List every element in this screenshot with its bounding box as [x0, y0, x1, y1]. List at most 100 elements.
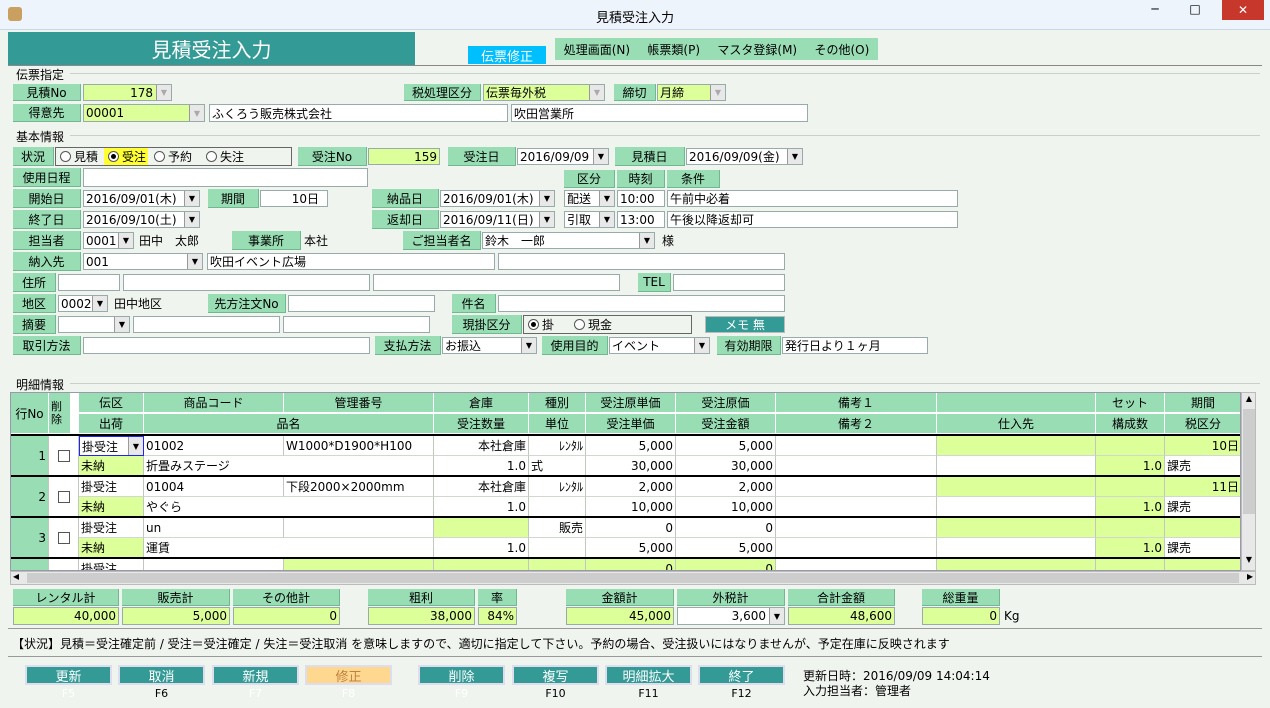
- button-f6[interactable]: 取消: [118, 665, 205, 685]
- button-f12[interactable]: 終了: [698, 665, 785, 685]
- area-select[interactable]: 0002 ▼: [58, 295, 108, 312]
- cell-type[interactable]: ﾚﾝﾀﾙ: [529, 477, 586, 497]
- checkbox-icon[interactable]: [57, 449, 70, 462]
- menu-process[interactable]: 処理画面(N): [564, 41, 630, 58]
- address1-input[interactable]: [123, 274, 370, 291]
- delivery-condition-input[interactable]: 午前中必着: [667, 190, 958, 207]
- cell-period[interactable]: 10日: [1165, 436, 1240, 456]
- destination-select[interactable]: 001 ▼: [83, 253, 203, 270]
- cell-component-qty[interactable]: 1.0: [1096, 497, 1165, 517]
- cell-period[interactable]: 11日: [1165, 477, 1240, 497]
- chevron-down-icon[interactable]: ▼: [593, 149, 608, 164]
- cell-warehouse[interactable]: [434, 559, 529, 570]
- cell-note2[interactable]: [776, 497, 937, 517]
- cell-amount[interactable]: 10,000: [676, 497, 776, 517]
- return-date-picker[interactable]: 2016/09/11(日) ▼: [440, 211, 555, 228]
- cell-note1[interactable]: [776, 436, 937, 456]
- delivery-kubun-select[interactable]: 配送 ▼: [564, 190, 615, 207]
- cell-set[interactable]: [1096, 518, 1165, 538]
- cell-amount[interactable]: 5,000: [676, 538, 776, 558]
- cell-unit-price[interactable]: 10,000: [586, 497, 676, 517]
- cell-note1[interactable]: [776, 477, 937, 497]
- cell-unit-price[interactable]: 30,000: [586, 456, 676, 476]
- cell-shipping[interactable]: 未納: [79, 538, 144, 558]
- chevron-down-icon[interactable]: ▼: [710, 85, 725, 100]
- cell-supplier[interactable]: [937, 497, 1096, 517]
- cell-set[interactable]: [1096, 559, 1165, 570]
- tax-select[interactable]: 伝票毎外税 ▼: [483, 84, 605, 101]
- cell-cost[interactable]: 0: [676, 559, 776, 570]
- external-tax-select[interactable]: 3,600 ▼: [677, 607, 785, 625]
- menu-reports[interactable]: 帳票類(P): [647, 41, 700, 58]
- delete-checkbox[interactable]: [49, 436, 79, 476]
- cell-set[interactable]: [1096, 477, 1165, 497]
- scroll-up-icon[interactable]: ▲: [1243, 394, 1255, 408]
- cell-control-no[interactable]: W1000*D1900*H100: [284, 436, 434, 456]
- cell-cost-unit-price[interactable]: 0: [586, 518, 676, 538]
- valid-input[interactable]: 発行日より１ヶ月: [782, 337, 928, 354]
- radio-credit[interactable]: [528, 319, 539, 330]
- scroll-down-icon[interactable]: ▼: [1243, 555, 1255, 569]
- radio-estimate[interactable]: [60, 151, 71, 162]
- cell-cost-unit-price[interactable]: 0: [586, 559, 676, 570]
- cell-note1[interactable]: [776, 559, 937, 570]
- cell-tax-type[interactable]: 課売: [1165, 538, 1240, 558]
- cell-slip-type[interactable]: 掛受注: [79, 477, 144, 497]
- chevron-down-icon[interactable]: ▼: [769, 608, 784, 624]
- cell-tax-type[interactable]: 課売: [1165, 497, 1240, 517]
- radio-order[interactable]: [108, 151, 120, 162]
- end-date-picker[interactable]: 2016/09/10(土) ▼: [83, 211, 200, 228]
- cell-product-code[interactable]: 01002: [144, 436, 284, 456]
- chevron-down-icon[interactable]: ▼: [539, 191, 554, 206]
- checkbox-icon[interactable]: [57, 531, 70, 544]
- radio-cash[interactable]: [574, 319, 586, 330]
- contact-select[interactable]: 鈴木 一郎 ▼: [482, 232, 655, 249]
- chevron-down-icon[interactable]: ▼: [521, 338, 536, 353]
- vertical-scrollbar[interactable]: ▲ ▼: [1241, 392, 1256, 571]
- tel-input[interactable]: [673, 274, 785, 291]
- checkbox-icon[interactable]: [57, 490, 70, 503]
- pay-method-select[interactable]: お振込 ▼: [442, 337, 537, 354]
- memo-button[interactable]: メモ 無: [705, 316, 785, 333]
- return-condition-input[interactable]: 午後以降返却可: [667, 211, 958, 228]
- trade-method-input[interactable]: [83, 337, 370, 354]
- cell-slip-type[interactable]: 掛受注: [79, 559, 144, 570]
- customer-branch-input[interactable]: 吹田営業所: [511, 104, 808, 122]
- chevron-down-icon[interactable]: ▼: [156, 85, 171, 100]
- chevron-down-icon[interactable]: ▼: [187, 254, 202, 269]
- cell-cost[interactable]: 2,000: [676, 477, 776, 497]
- cell-product-name[interactable]: 折畳みステージ: [144, 456, 434, 476]
- button-f11[interactable]: 明細拡大: [605, 665, 692, 685]
- zip-input[interactable]: [58, 274, 120, 291]
- cell-control-no[interactable]: [284, 518, 434, 538]
- delete-checkbox[interactable]: [49, 559, 79, 570]
- cell-unit-price[interactable]: 5,000: [586, 538, 676, 558]
- chevron-down-icon[interactable]: ▼: [128, 437, 143, 455]
- chevron-down-icon[interactable]: ▼: [114, 317, 129, 332]
- start-date-picker[interactable]: 2016/09/01(木) ▼: [83, 190, 200, 207]
- summary-select[interactable]: ▼: [58, 316, 130, 333]
- summary-input-1[interactable]: [133, 316, 280, 333]
- cell-blank[interactable]: [937, 518, 1096, 538]
- address2-input[interactable]: [373, 274, 620, 291]
- schedule-input[interactable]: [83, 168, 368, 187]
- cell-period[interactable]: [1165, 559, 1240, 570]
- cell-unit[interactable]: [529, 497, 586, 517]
- cell-slip-type[interactable]: 掛受注: [79, 518, 144, 538]
- button-f10[interactable]: 複写: [512, 665, 599, 685]
- summary-input-2[interactable]: [283, 316, 430, 333]
- cell-note1[interactable]: [776, 518, 937, 538]
- cell-quantity[interactable]: 1.0: [434, 538, 529, 558]
- chevron-down-icon[interactable]: ▼: [539, 212, 554, 227]
- horizontal-scrollbar[interactable]: ◀ ▶: [10, 571, 1256, 585]
- cell-warehouse[interactable]: [434, 518, 529, 538]
- button-f9[interactable]: 削除: [418, 665, 505, 685]
- destination-name-input[interactable]: 吹田イベント広場: [207, 253, 495, 270]
- scroll-left-icon[interactable]: ◀: [13, 572, 19, 581]
- chevron-down-icon[interactable]: ▼: [589, 85, 604, 100]
- order-date-picker[interactable]: 2016/09/09 ▼: [517, 148, 609, 165]
- chevron-down-icon[interactable]: ▼: [787, 149, 802, 164]
- cell-cost-unit-price[interactable]: 2,000: [586, 477, 676, 497]
- cell-type[interactable]: 販売: [529, 518, 586, 538]
- cell-cost[interactable]: 0: [676, 518, 776, 538]
